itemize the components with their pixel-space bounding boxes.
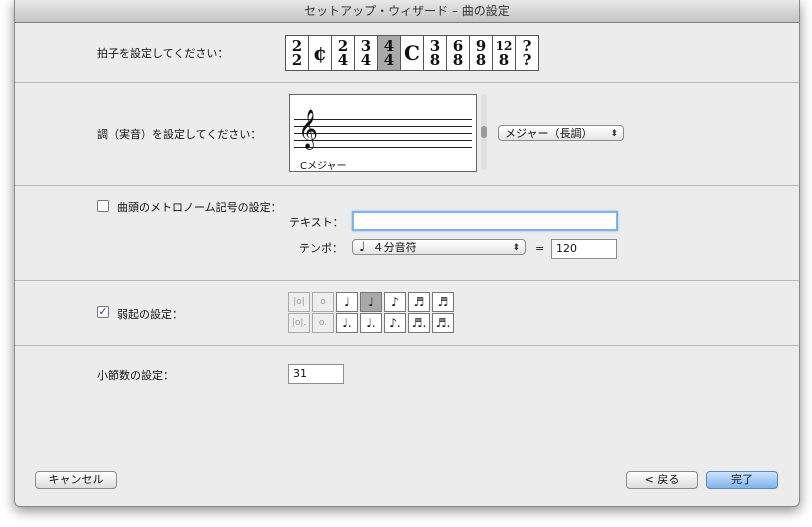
key-scrollbar[interactable] — [481, 94, 487, 170]
key-caption: Cメジャー — [300, 161, 347, 172]
tempo-note-value: ４分音符 — [372, 241, 417, 254]
metronome-text-input[interactable] — [352, 211, 618, 231]
key-staff-preview[interactable]: 𝄞 Cメジャー — [289, 94, 477, 172]
pickup-note-button[interactable]: ♪ — [384, 292, 406, 312]
staff-line — [294, 126, 472, 127]
tempo-label: テンポ： — [299, 242, 343, 255]
time-signature-bottom: 8 — [429, 51, 441, 69]
pickup-note-button[interactable]: |o|. — [288, 313, 310, 333]
cancel-button[interactable]: キャンセル — [35, 471, 117, 489]
staff-line — [294, 147, 472, 148]
separator — [15, 345, 799, 346]
time-signature-symbol: C — [404, 41, 420, 65]
time-signature-bottom: 4 — [337, 51, 349, 69]
pickup-note-button[interactable]: ♩ — [336, 292, 358, 312]
time-signature-label: 拍子を設定してください： — [97, 47, 229, 60]
pickup-note-button[interactable]: ♩. — [336, 313, 358, 333]
metronome-label: 曲頭のメトロノーム記号の設定： — [117, 201, 282, 214]
measures-label: 小節数の設定： — [97, 369, 174, 382]
time-signature-option[interactable]: 22 — [285, 35, 309, 71]
metronome-checkbox[interactable] — [97, 200, 109, 212]
time-signature-option[interactable]: 12 8 — [492, 35, 516, 71]
time-signature-option[interactable]: 68 — [446, 35, 470, 71]
metronome-text-label: テキスト： — [289, 216, 344, 229]
time-signature-bottom: ? — [522, 51, 532, 69]
tempo-note-popup[interactable]: ♩ ４分音符 ⬍ — [352, 239, 526, 255]
pickup-label: 弱起の設定： — [117, 308, 183, 321]
time-signature-bottom: 4 — [360, 51, 372, 69]
window-title: セットアップ・ウィザード – 曲の設定 — [15, 0, 799, 23]
tempo-equals: = — [535, 242, 545, 255]
time-signature-bottom: 2 — [291, 51, 303, 69]
time-signature-bottom: 4 — [383, 51, 395, 69]
pickup-note-button[interactable]: ♬ — [408, 292, 430, 312]
time-signature-bottom: 8 — [498, 51, 510, 69]
treble-clef-icon: 𝄞 — [298, 109, 319, 149]
time-signature-bottom: 8 — [452, 51, 464, 69]
pickup-row-1: |o| o ♩ ♩ ♪ ♬ ♬ — [288, 292, 456, 312]
pickup-note-button[interactable]: o — [312, 292, 334, 312]
key-mode-popup[interactable]: メジャー（長調） ⬍ — [498, 125, 624, 141]
pickup-checkbox[interactable]: ✓ — [97, 306, 109, 318]
separator — [15, 280, 799, 281]
back-button[interactable]: < 戻る — [626, 471, 698, 489]
key-mode-value: メジャー（長調） — [505, 127, 593, 140]
time-signature-option[interactable]: 24 — [331, 35, 355, 71]
time-signature-symbol: ¢ — [313, 41, 327, 65]
separator — [15, 82, 799, 83]
time-signature-option[interactable]: 34 — [354, 35, 378, 71]
pickup-note-button[interactable]: ♬. — [432, 313, 454, 333]
staff-line — [294, 140, 472, 141]
pickup-note-button[interactable]: ♪. — [384, 313, 406, 333]
pickup-note-button[interactable]: ♩. — [360, 313, 382, 333]
pickup-row-2: |o|. o. ♩. ♩. ♪. ♬. ♬. — [288, 313, 456, 333]
time-signature-option[interactable]: ?? — [515, 35, 539, 71]
time-signature-picker: 2 2 ¢ 2 4 3 4 4 4 C 3 8 6 8 9 8 12 8?? — [285, 35, 539, 71]
finish-button[interactable]: 完了 — [706, 471, 778, 489]
scrollbar-thumb[interactable] — [481, 126, 487, 138]
time-signature-option[interactable]: ¢ — [308, 35, 332, 71]
pickup-note-button[interactable]: o. — [312, 313, 334, 333]
pickup-note-button[interactable]: ♩ — [360, 292, 382, 312]
popup-arrows-icon: ⬍ — [610, 129, 618, 139]
time-signature-option[interactable]: 38 — [423, 35, 447, 71]
tempo-bpm-input[interactable]: 120 — [551, 239, 617, 259]
measures-input[interactable]: 31 — [288, 364, 344, 384]
quarter-note-icon: ♩ — [359, 240, 366, 255]
setup-wizard-window: セットアップ・ウィザード – 曲の設定 拍子を設定してください： 2 2 ¢ 2 4 3 4… — [14, 0, 800, 507]
time-signature-option[interactable]: C — [400, 35, 424, 71]
pickup-note-button[interactable]: |o| — [288, 292, 310, 312]
time-signature-option[interactable]: 44 — [377, 35, 401, 71]
pickup-note-button[interactable]: ♬. — [408, 313, 430, 333]
separator — [15, 185, 799, 186]
staff-line — [294, 119, 472, 120]
staff-line — [294, 133, 472, 134]
time-signature-option[interactable]: 98 — [469, 35, 493, 71]
key-label: 調（実音）を設定してください： — [97, 128, 262, 141]
popup-arrows-icon: ⬍ — [512, 243, 520, 253]
pickup-note-button[interactable]: ♬ — [432, 292, 454, 312]
time-signature-bottom: 8 — [475, 51, 487, 69]
